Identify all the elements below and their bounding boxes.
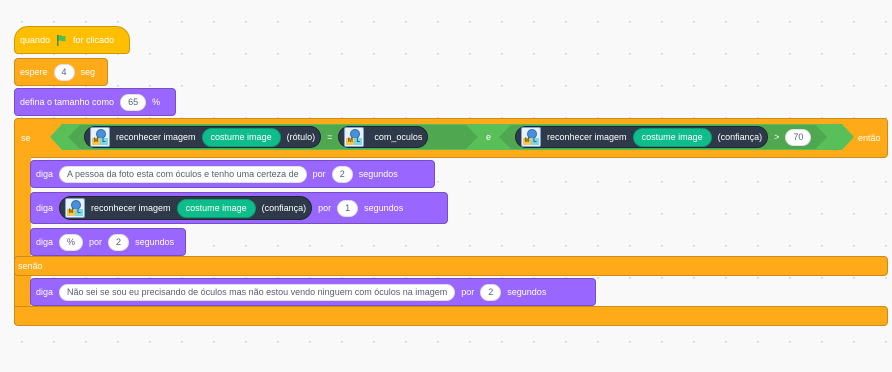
- if-label: se: [21, 133, 31, 143]
- then-label: então: [858, 133, 881, 143]
- when-flag-clicked-block[interactable]: quando for clicado: [14, 26, 130, 54]
- ml-extension-icon: ML: [65, 198, 86, 218]
- for-label: por: [89, 237, 103, 247]
- ml-extension-icon: ML: [344, 127, 364, 147]
- label-prop: (rótulo): [286, 132, 316, 142]
- seconds-label: segundos: [507, 287, 547, 297]
- say-seconds-input[interactable]: 2: [331, 165, 353, 183]
- class-label-reporter[interactable]: ML com_oculos: [338, 126, 428, 148]
- recognize-label-reporter[interactable]: ML reconhecer imagem costume image (rótu…: [84, 126, 321, 148]
- say-label: diga: [36, 169, 54, 179]
- clicked-label: for clicado: [73, 35, 115, 45]
- class-label-text: com_oculos: [374, 132, 423, 142]
- equals-operator[interactable]: ML reconhecer imagem costume image (rótu…: [68, 125, 478, 149]
- recognize-confidence-reporter[interactable]: ML reconhecer imagem costume image (conf…: [515, 126, 768, 148]
- say-label: diga: [36, 237, 54, 247]
- if-else-block[interactable]: se senão então ML reconhecer imagem cost…: [14, 118, 888, 330]
- else-bar: senão: [14, 256, 888, 276]
- recognize-confidence-reporter[interactable]: ML reconhecer imagem costume image (conf…: [59, 196, 313, 220]
- for-label: por: [312, 169, 326, 179]
- say-seconds-input[interactable]: 2: [480, 283, 502, 301]
- ml-extension-icon: ML: [90, 127, 110, 147]
- costume-dropdown[interactable]: costume image: [202, 128, 281, 147]
- say-seconds-input[interactable]: 1: [337, 199, 359, 217]
- say-text-input[interactable]: %: [59, 233, 84, 251]
- for-label: por: [318, 203, 332, 213]
- say-percent-block[interactable]: diga % por 2 segundos: [30, 228, 186, 256]
- recognize-label: reconhecer imagem: [547, 132, 627, 142]
- say-text-input[interactable]: A pessoa da foto esta com óculos e tenho…: [59, 165, 307, 183]
- equals-sign: =: [327, 132, 333, 142]
- greater-than-operator[interactable]: ML reconhecer imagem costume image (conf…: [499, 125, 827, 149]
- green-flag-icon: [56, 34, 67, 46]
- say-certainty-block[interactable]: diga A pessoa da foto esta com óculos e …: [30, 160, 435, 188]
- if-footer: [14, 306, 888, 326]
- greater-than-sign: >: [774, 132, 780, 142]
- else-label: senão: [18, 261, 43, 271]
- say-text-input[interactable]: Não sei se sou eu precisando de óculos m…: [59, 283, 456, 301]
- when-label: quando: [20, 35, 51, 45]
- say-label: diga: [36, 287, 54, 297]
- set-size-label: defina o tamanho como: [20, 97, 115, 107]
- if-spine: [14, 154, 31, 324]
- ml-extension-icon: ML: [521, 127, 541, 147]
- recognize-label: reconhecer imagem: [91, 203, 171, 213]
- recognize-label: reconhecer imagem: [116, 132, 196, 142]
- seconds-label: segundos: [358, 169, 398, 179]
- wait-block[interactable]: espere 4 seg: [14, 58, 108, 86]
- size-unit: %: [152, 97, 161, 107]
- wait-seconds-input[interactable]: 4: [53, 63, 75, 81]
- size-input[interactable]: 65: [120, 93, 147, 111]
- and-label: e: [486, 132, 492, 142]
- wait-label: espere: [20, 67, 48, 77]
- costume-dropdown[interactable]: costume image: [176, 198, 256, 218]
- wait-unit: seg: [80, 67, 96, 77]
- seconds-label: segundos: [135, 237, 175, 247]
- confidence-prop: (confiança): [717, 132, 763, 142]
- say-no-glasses-block[interactable]: diga Não sei se sou eu precisando de ócu…: [30, 278, 596, 306]
- set-size-block[interactable]: defina o tamanho como 65 %: [14, 88, 176, 116]
- say-confidence-block[interactable]: diga ML reconhecer imagem costume image …: [30, 192, 448, 224]
- threshold-input[interactable]: 70: [785, 129, 811, 146]
- costume-dropdown[interactable]: costume image: [633, 128, 712, 147]
- say-label: diga: [36, 203, 54, 213]
- confidence-prop: (confiança): [261, 203, 307, 213]
- say-seconds-input[interactable]: 2: [108, 233, 130, 251]
- seconds-label: segundos: [364, 203, 404, 213]
- for-label: por: [461, 287, 475, 297]
- and-operator[interactable]: ML reconhecer imagem costume image (rótu…: [50, 124, 854, 150]
